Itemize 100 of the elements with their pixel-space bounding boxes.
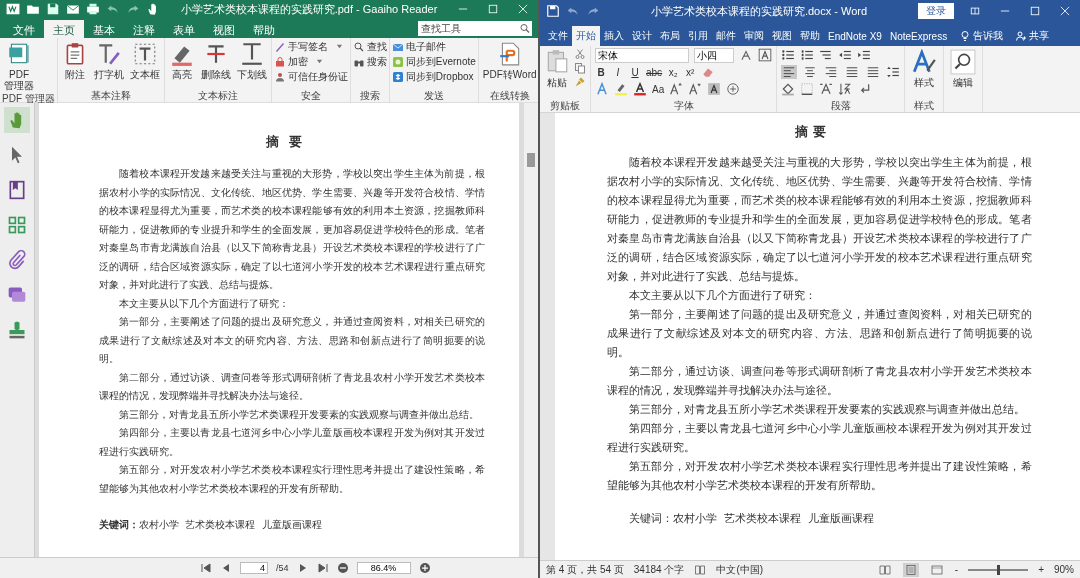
format-button[interactable]: U (629, 66, 641, 78)
ribbon-tab[interactable]: 审阅 (740, 26, 768, 46)
styles-button[interactable]: 样式 (909, 48, 939, 99)
sort-icon[interactable] (838, 82, 852, 96)
language-status[interactable]: 中文(中国) (716, 562, 764, 577)
ribbon-button[interactable]: 打字机 (91, 40, 126, 81)
ribbon-button[interactable]: 下划线 (234, 40, 269, 81)
save-icon[interactable] (46, 2, 60, 16)
ribbon-button[interactable]: 电子邮件 (391, 40, 476, 53)
scrollbar-thumb[interactable] (527, 153, 535, 167)
ribbon-tab[interactable]: 视图 (204, 20, 244, 38)
ribbon-tab[interactable]: 表单 (164, 20, 204, 38)
numbered-list-icon[interactable] (800, 48, 814, 62)
phonetic-guide-icon[interactable] (739, 48, 753, 62)
ribbon-tab[interactable]: 帮助 (244, 20, 284, 38)
zoom-in-icon[interactable] (418, 562, 431, 574)
zoom-level[interactable]: 90% (1054, 564, 1074, 575)
search-icon[interactable] (518, 21, 532, 36)
ribbon-tab[interactable]: 邮件 (712, 26, 740, 46)
login-button[interactable]: 登录 (918, 3, 954, 19)
ribbon-button[interactable]: 可信任身份证 (273, 70, 348, 83)
share-button[interactable]: 共享 (1011, 26, 1054, 46)
maximize-icon[interactable] (488, 4, 498, 14)
maximize-icon[interactable] (1030, 6, 1040, 16)
ribbon-tab[interactable]: 引用 (684, 26, 712, 46)
ribbon-tab[interactable]: 布局 (656, 26, 684, 46)
printer-icon[interactable] (86, 2, 100, 16)
ribbon-tab[interactable]: 文件 (4, 20, 44, 38)
scrollbar[interactable] (523, 103, 538, 557)
align-button[interactable] (865, 65, 881, 79)
ribbon-button[interactable]: 高亮 (166, 40, 197, 81)
ribbon-tab[interactable]: 主页 (44, 20, 84, 38)
shrink-font-icon[interactable] (688, 82, 703, 96)
slider-thumb[interactable] (997, 564, 1001, 575)
first-page-icon[interactable] (200, 562, 212, 574)
envelope-icon[interactable] (66, 2, 80, 16)
ribbon-tab[interactable]: 插入 (600, 26, 628, 46)
copy-icon[interactable] (574, 62, 586, 74)
shading-icon[interactable] (781, 82, 795, 96)
zoom-out-icon[interactable] (336, 562, 349, 574)
save-icon[interactable] (546, 4, 560, 18)
grow-font-icon[interactable] (669, 82, 684, 96)
page-count[interactable]: 第 4 页，共 54 页 (546, 562, 624, 577)
decrease-indent-icon[interactable] (838, 48, 852, 62)
ribbon-tab[interactable]: 注释 (124, 20, 164, 38)
page-number-field[interactable]: 4 (240, 562, 268, 574)
ribbon-button[interactable]: PDF转Word (480, 40, 538, 81)
font-color-icon[interactable] (633, 82, 647, 96)
ribbon-tab[interactable]: 设计 (628, 26, 656, 46)
format-button[interactable]: x₂ (667, 66, 680, 78)
close-icon[interactable] (518, 4, 528, 14)
ribbon-button[interactable]: 搜索 (352, 55, 387, 68)
app-logo-icon[interactable] (6, 2, 20, 16)
zoom-out-button[interactable]: - (954, 564, 959, 575)
align-button[interactable] (802, 65, 818, 79)
tell-me-button[interactable]: 告诉我 (955, 26, 1008, 46)
change-case-button[interactable]: Aa (652, 83, 665, 95)
font-name-dropdown[interactable]: 宋体 (595, 47, 689, 63)
character-shading-icon[interactable] (707, 82, 722, 96)
ribbon-button[interactable]: 同步到Dropbox (391, 70, 476, 83)
align-button[interactable] (823, 65, 839, 79)
increase-indent-icon[interactable] (857, 48, 871, 62)
ribbon-button[interactable]: 删除线 (198, 40, 233, 81)
line-spacing-icon[interactable] (886, 65, 900, 79)
proofing-icon[interactable] (694, 563, 707, 576)
zoom-field[interactable]: 86.4% (356, 562, 411, 574)
character-border-icon[interactable] (758, 48, 772, 62)
format-button[interactable]: B (595, 66, 607, 78)
format-button[interactable]: x² (684, 66, 697, 78)
format-button[interactable]: I (612, 66, 624, 78)
ribbon-button[interactable]: 文本框 (127, 40, 162, 81)
ribbon-button[interactable]: 附注 (59, 40, 90, 81)
ribbon-button[interactable]: 查找 (352, 40, 387, 53)
ribbon-button[interactable]: 手写签名 (273, 40, 348, 53)
editing-button[interactable]: 编辑 (948, 48, 978, 112)
view-button[interactable] (876, 562, 893, 577)
asian-layout-icon[interactable] (819, 82, 833, 96)
highlighter-icon[interactable] (614, 82, 628, 96)
format-button[interactable]: abc (646, 66, 663, 78)
ribbon-tab[interactable]: 开始 (572, 26, 600, 46)
text-effect-icon[interactable] (595, 82, 609, 96)
view-button[interactable] (902, 562, 919, 577)
ribbon-display-icon[interactable] (970, 6, 980, 16)
paste-button[interactable]: 粘贴 (544, 48, 570, 99)
borders-icon[interactable] (800, 82, 814, 96)
ribbon-tab[interactable]: 视图 (768, 26, 796, 46)
ribbon-button[interactable]: 加密 (273, 55, 348, 68)
word-count[interactable]: 34184 个字 (633, 562, 685, 577)
font-size-dropdown[interactable]: 小四 (694, 47, 734, 63)
ribbon-tab[interactable]: 基本 (84, 20, 124, 38)
ribbon-tab[interactable]: 帮助 (796, 26, 824, 46)
last-page-icon[interactable] (316, 562, 329, 574)
ribbon-tab[interactable]: EndNote X9 (824, 26, 886, 46)
ribbon-button[interactable]: PDF 管理器 (2, 40, 36, 92)
bullet-list-icon[interactable] (781, 48, 795, 62)
ribbon-tab[interactable]: 文件 (544, 26, 572, 46)
enclosed-character-icon[interactable] (726, 82, 741, 96)
align-button[interactable] (781, 65, 797, 79)
ribbon-button[interactable]: 同步到Evernote (391, 55, 476, 68)
align-button[interactable] (844, 65, 860, 79)
